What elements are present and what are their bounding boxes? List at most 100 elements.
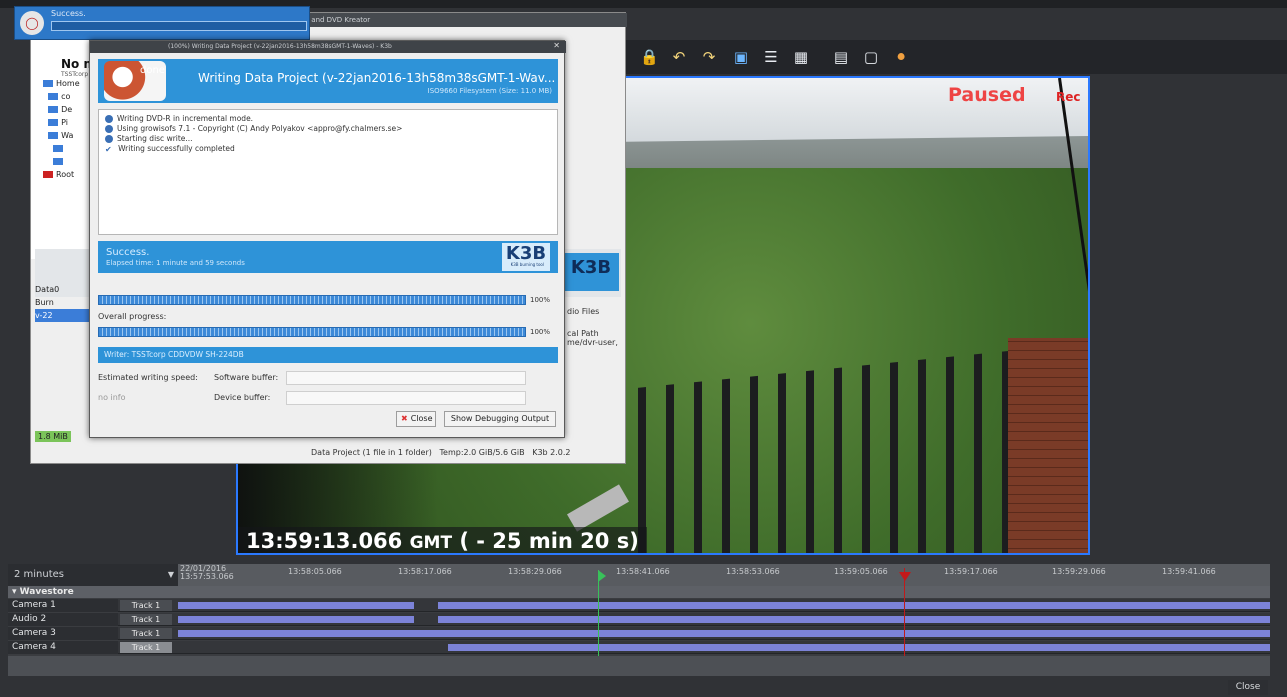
export-icon[interactable]: ▣ <box>732 48 750 66</box>
tree-item[interactable] <box>37 142 93 155</box>
dialog-header-sub: ISO9660 Filesystem (Size: 11.0 MB) <box>427 87 552 95</box>
tick-label: 22/01/2016 13:57:53.066 <box>180 564 234 581</box>
timeline-row[interactable]: Camera 3 Track 1 <box>8 627 1270 640</box>
timecode-overlay: 13:59:13.066 GMT ( - 25 min 20 s) <box>238 527 647 553</box>
tree-item[interactable]: Wa <box>37 129 93 142</box>
log-line: Starting disc write... <box>105 134 193 143</box>
tick-label: 13:58:17.066 <box>398 567 452 576</box>
timeline-ruler[interactable]: 22/01/2016 13:57:53.066 13:58:05.066 13:… <box>178 564 1270 586</box>
folder-icon <box>48 132 59 139</box>
project-item[interactable]: Burn <box>35 296 95 309</box>
in-marker[interactable] <box>598 570 599 656</box>
tick-label: 13:59:29.066 <box>1052 567 1106 576</box>
timeline: 2 minutes ▼ 22/01/2016 13:57:53.066 13:5… <box>8 564 1270 676</box>
playhead[interactable] <box>904 568 905 656</box>
close-button[interactable]: Close <box>1228 680 1268 695</box>
k3b-file-tree: Home co De Pi Wa Root <box>37 77 93 181</box>
window-icon[interactable]: ▢ <box>862 48 880 66</box>
log-text: Using growisofs 7.1 - Copyright (C) Andy… <box>117 124 403 133</box>
speed-label: Estimated writing speed: <box>98 373 198 382</box>
status-temp: Temp:2.0 GiB/5.6 GiB <box>439 448 525 457</box>
writer-banner: Writer: TSSTcorp CDDVDW SH-224DB <box>98 347 558 363</box>
timecode-value: 13:59:13.066 <box>246 529 403 553</box>
timeline-row[interactable]: Audio 2 Track 1 <box>8 613 1270 626</box>
status-version: K3b 2.0.2 <box>532 448 571 457</box>
row-name: Camera 1 <box>8 599 118 612</box>
project-sub: TSSTcorp <box>61 71 89 78</box>
tree-label: Home <box>56 79 80 88</box>
tick-label: 13:58:53.066 <box>726 567 780 576</box>
tick-label: 13:58:05.066 <box>288 567 342 576</box>
timeline-zoom-value: 2 minutes <box>14 569 65 580</box>
playhead-handle-icon[interactable] <box>899 572 911 581</box>
folder-icon <box>48 106 59 113</box>
tick-label: 13:59:05.066 <box>834 567 888 576</box>
tree-label: Wa <box>61 131 74 140</box>
tree-item[interactable]: Home <box>37 77 93 90</box>
log-text: Writing DVD-R in incremental mode. <box>117 114 254 123</box>
project-item[interactable]: Data0 <box>35 283 95 296</box>
row-name: Camera 4 <box>8 641 118 654</box>
close-icon[interactable]: ✕ <box>553 41 560 50</box>
timeline-row[interactable]: Camera 1 Track 1 <box>8 599 1270 612</box>
timeline-zoom-select[interactable]: 2 minutes ▼ <box>8 564 178 586</box>
tree-item[interactable]: Root <box>37 168 93 181</box>
tab-files[interactable]: dio Files <box>567 307 599 316</box>
layout-icon[interactable]: ▤ <box>832 48 850 66</box>
show-debugging-output-button[interactable]: Show Debugging Output <box>444 411 556 427</box>
dialog-header: done Writing Data Project (v-22jan2016-1… <box>98 59 558 103</box>
tree-item[interactable]: co <box>37 90 93 103</box>
recording-bar[interactable] <box>438 616 1270 623</box>
timeline-scrollbar[interactable] <box>8 656 1270 676</box>
recording-bar[interactable] <box>178 616 414 623</box>
dialog-titlebar[interactable]: (100%) Writing Data Project (v-22jan2016… <box>90 41 566 53</box>
info-icon <box>105 125 113 133</box>
timeline-row[interactable]: Camera 4 Track 1 <box>8 641 1270 654</box>
tree-item[interactable]: De <box>37 103 93 116</box>
undo-arrow-icon[interactable]: ↶ <box>670 48 688 66</box>
tick-label: 13:59:41.066 <box>1162 567 1216 576</box>
log-view[interactable]: Writing DVD-R in incremental mode. Using… <box>98 109 558 266</box>
done-label: done <box>140 65 165 76</box>
recording-bar[interactable] <box>438 602 1270 609</box>
tree-label: co <box>61 92 71 101</box>
recording-bar[interactable] <box>178 630 1270 637</box>
timecode-offset: ( - 25 min 20 s) <box>459 529 639 553</box>
row-track: Track 1 <box>120 628 172 639</box>
close-button[interactable]: ✖ Close <box>396 411 436 427</box>
recording-bar[interactable] <box>178 602 414 609</box>
size-indicator: 1.8 MiB <box>35 431 71 442</box>
tree-label: Pi <box>61 118 68 127</box>
redo-arrow-icon[interactable]: ↷ <box>700 48 718 66</box>
burn-progress-dialog: (100%) Writing Data Project (v-22jan2016… <box>89 40 566 438</box>
track-progress-percent: 100% <box>530 296 551 304</box>
path-column: cal Path me/dvr-user, <box>567 329 618 347</box>
grid-icon[interactable]: ▦ <box>792 48 810 66</box>
notification-progress <box>51 21 307 31</box>
dialog-header-title: Writing Data Project (v-22jan2016-13h58m… <box>198 71 556 85</box>
tree-item[interactable] <box>37 155 93 168</box>
device-buffer-label: Device buffer: <box>214 393 271 402</box>
project-item[interactable]: v-22 <box>35 309 95 322</box>
track-progress-bar <box>98 295 526 305</box>
log-text: Writing successfully completed <box>118 144 235 153</box>
lock-icon[interactable]: 🔒 <box>640 48 659 66</box>
device-buffer-bar <box>286 391 526 405</box>
notification[interactable]: ◯ Success. <box>14 6 310 40</box>
folder-icon <box>43 171 53 178</box>
tick-label: 13:59:17.066 <box>944 567 998 576</box>
recording-bar[interactable] <box>448 644 1270 651</box>
list-icon[interactable]: ☰ <box>762 48 780 66</box>
close-icon: ✖ <box>401 414 408 423</box>
timeline-group-header[interactable]: ▾ Wavestore <box>8 586 1270 598</box>
success-title: Success. <box>106 247 150 258</box>
overall-progress-percent: 100% <box>530 328 551 336</box>
tree-item[interactable]: Pi <box>37 116 93 129</box>
microphone-icon[interactable]: ⚫ <box>892 48 910 66</box>
folder-icon <box>48 93 59 100</box>
log-line: Using growisofs 7.1 - Copyright (C) Andy… <box>105 124 402 133</box>
play-marker-icon[interactable] <box>598 570 606 582</box>
toolbar: 🔒 ↶ ↷ ▣ ☰ ▦ ▤ ▢ ⚫ <box>560 40 1287 74</box>
vms-application: 🔒 ↶ ↷ ▣ ☰ ▦ ▤ ▢ ⚫ Paused Rec 13:59:13.06… <box>0 0 1287 697</box>
info-icon <box>105 115 113 123</box>
